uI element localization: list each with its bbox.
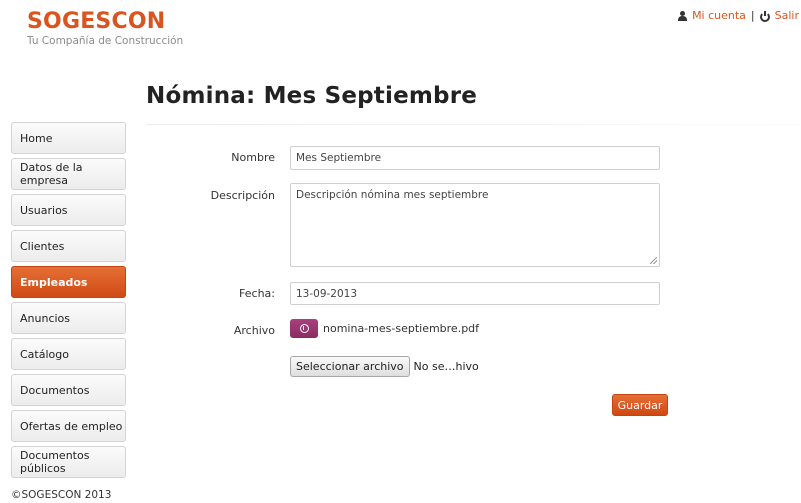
brand-tagline: Tu Compañía de Construcción [27, 35, 184, 47]
select-file-button[interactable]: Seleccionar archivo [290, 356, 410, 377]
brand-name: SOGESCON [27, 9, 166, 34]
my-account-link[interactable]: Mi cuenta [692, 9, 746, 22]
sidebar-item-ofertas-empleo[interactable]: Ofertas de empleo [11, 410, 126, 442]
nombre-input[interactable]: Mes Septiembre [290, 146, 660, 170]
save-button[interactable]: Guardar [612, 394, 668, 416]
sidebar-item-catalogo[interactable]: Catálogo [11, 338, 126, 370]
file-chooser: Seleccionar archivo No se…hivo [290, 356, 479, 377]
power-icon [759, 10, 770, 22]
fecha-label: Fecha: [239, 287, 275, 300]
resize-grip-icon[interactable] [650, 257, 657, 264]
user-icon [678, 10, 688, 21]
sidebar-item-documentos-publicos[interactable]: Documentos públicos [11, 446, 126, 478]
sidebar-item-anuncios[interactable]: Anuncios [11, 302, 126, 334]
sidebar-item-documentos[interactable]: Documentos [11, 374, 126, 406]
descripcion-label: Descripción [210, 189, 275, 202]
page-title: Nómina: Mes Septiembre [146, 83, 478, 109]
descripcion-value: Descripción nómina mes septiembre [296, 189, 489, 201]
file-chooser-status: No se…hivo [413, 360, 479, 373]
nav-separator: | [750, 9, 755, 22]
title-divider [146, 124, 800, 125]
sidebar-item-home[interactable]: Home [11, 122, 126, 154]
archivo-label: Archivo [233, 324, 275, 337]
logout-link[interactable]: Salir [775, 9, 799, 22]
sidebar-nav: Home Datos de la empresa Usuarios Client… [11, 122, 126, 482]
sidebar-item-datos-empresa[interactable]: Datos de la empresa [11, 158, 126, 190]
fecha-input[interactable]: 13-09-2013 [290, 282, 660, 305]
brand-logo[interactable]: SOGESCON Tu Compañía de Construcción [27, 9, 183, 47]
top-navigation: Mi cuenta | Salir [678, 9, 799, 22]
info-icon [299, 324, 309, 333]
footer-copyright: ©SOGESCON 2013 [11, 489, 112, 501]
nombre-label: Nombre [231, 151, 275, 164]
file-download-button[interactable] [290, 319, 318, 338]
sidebar-item-clientes[interactable]: Clientes [11, 230, 126, 262]
sidebar-item-usuarios[interactable]: Usuarios [11, 194, 126, 226]
current-file: nomina-mes-septiembre.pdf [290, 319, 479, 338]
current-file-name: nomina-mes-septiembre.pdf [323, 322, 480, 335]
sidebar-item-empleados[interactable]: Empleados [11, 266, 126, 298]
descripcion-textarea[interactable]: Descripción nómina mes septiembre [290, 183, 660, 267]
